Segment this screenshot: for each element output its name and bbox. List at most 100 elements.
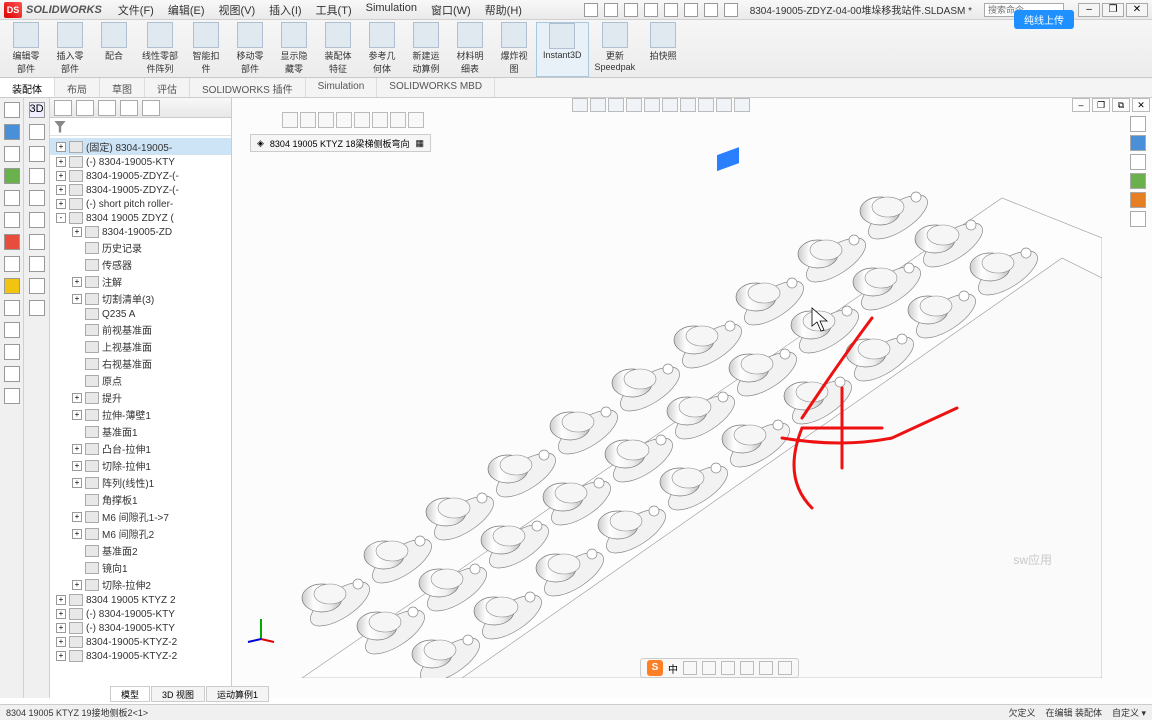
doc-min-button[interactable]: –	[1072, 98, 1090, 112]
tool-icon[interactable]	[4, 168, 20, 184]
command-tab[interactable]: SOLIDWORKS MBD	[377, 78, 495, 97]
tree-node[interactable]: +切割清单(3)	[50, 290, 231, 307]
expand-icon[interactable]: +	[72, 461, 82, 471]
viewbar-icon[interactable]	[680, 98, 696, 112]
breadcrumb[interactable]: ◈ 8304 19005 KTYZ 18梁梯侧板弯向 ▦	[250, 134, 431, 152]
tree-node[interactable]: -8304 19005 ZDYZ (	[50, 211, 231, 225]
tree-node[interactable]: 镜向1	[50, 559, 231, 576]
ribbon-button[interactable]: 线性零部件阵列	[136, 22, 184, 77]
ime-icon[interactable]	[683, 661, 697, 675]
ribbon-button[interactable]: 拍快照	[641, 22, 685, 77]
select-icon[interactable]	[684, 3, 698, 17]
tool-icon[interactable]	[4, 278, 20, 294]
viewbar-icon[interactable]	[716, 98, 732, 112]
expand-icon[interactable]: +	[56, 637, 66, 647]
tree-tab-icon[interactable]	[142, 100, 160, 116]
tool3d-icon[interactable]: 3D	[29, 102, 45, 118]
ribbon-button[interactable]: 显示隐藏零	[272, 22, 316, 77]
tree-tab-icon[interactable]	[76, 100, 94, 116]
tool-icon[interactable]	[29, 124, 45, 140]
rebuild-icon[interactable]	[704, 3, 718, 17]
ctx-icon[interactable]	[354, 112, 370, 128]
tool-icon[interactable]	[4, 256, 20, 272]
tool-icon[interactable]	[4, 322, 20, 338]
viewbar-icon[interactable]	[734, 98, 750, 112]
expand-icon[interactable]: +	[56, 185, 66, 195]
tree-node[interactable]: +(-) 8304-19005-KTY	[50, 155, 231, 169]
tool-icon[interactable]	[4, 300, 20, 316]
viewbar-icon[interactable]	[626, 98, 642, 112]
tree-node[interactable]: +(-) 8304-19005-KTY	[50, 607, 231, 621]
tool-icon[interactable]	[29, 278, 45, 294]
expand-icon[interactable]: +	[72, 529, 82, 539]
expand-icon[interactable]: +	[72, 393, 82, 403]
tool-icon[interactable]	[29, 300, 45, 316]
doc-restore-button[interactable]: ⧉	[1112, 98, 1130, 112]
ctx-icon[interactable]	[318, 112, 334, 128]
ctx-icon[interactable]	[372, 112, 388, 128]
command-tab[interactable]: 草图	[100, 78, 145, 97]
menu-simulation[interactable]: Simulation	[360, 0, 423, 20]
tool-icon[interactable]	[4, 212, 20, 228]
tool-icon[interactable]	[29, 234, 45, 250]
expand-icon[interactable]: +	[56, 609, 66, 619]
ribbon-button[interactable]: 插入零部件	[48, 22, 92, 77]
print-icon[interactable]	[644, 3, 658, 17]
command-tab[interactable]: 评估	[145, 78, 190, 97]
tool-icon[interactable]	[4, 124, 20, 140]
tree-node[interactable]: 传感器	[50, 256, 231, 273]
ime-icon[interactable]	[778, 661, 792, 675]
expand-icon[interactable]: +	[56, 171, 66, 181]
expand-icon[interactable]: +	[72, 294, 82, 304]
ribbon-button[interactable]: Instant3D	[536, 22, 589, 77]
bottom-tab-model[interactable]: 模型	[110, 686, 150, 702]
tool-icon[interactable]	[29, 168, 45, 184]
ribbon-button[interactable]: 移动零部件	[228, 22, 272, 77]
tree-tab-icon[interactable]	[98, 100, 116, 116]
ribbon-button[interactable]: 编辑零部件	[4, 22, 48, 77]
breadcrumb-item[interactable]: 8304 19005 KTYZ 18梁梯侧板弯向	[270, 137, 410, 150]
scene-icon[interactable]	[1130, 135, 1146, 151]
tree-node[interactable]: 基准面2	[50, 542, 231, 559]
tool-icon[interactable]	[4, 102, 20, 118]
ribbon-button[interactable]: 配合	[92, 22, 136, 77]
tree-node[interactable]: +阵列(线性)1	[50, 474, 231, 491]
tree-filter[interactable]	[50, 118, 231, 136]
expand-icon[interactable]: +	[56, 142, 66, 152]
viewbar-icon[interactable]	[644, 98, 660, 112]
ctx-icon[interactable]	[390, 112, 406, 128]
ime-icon[interactable]	[740, 661, 754, 675]
expand-icon[interactable]: +	[72, 410, 82, 420]
maximize-button[interactable]: ❐	[1102, 3, 1124, 17]
camera-icon[interactable]	[1130, 211, 1146, 227]
command-tab[interactable]: Simulation	[306, 78, 378, 97]
tree-tab-icon[interactable]	[54, 100, 72, 116]
tool-icon[interactable]	[4, 146, 20, 162]
ribbon-button[interactable]: 新建运动算例	[404, 22, 448, 77]
tree-node[interactable]: +提升	[50, 389, 231, 406]
tree-node[interactable]: +8304-19005-KTYZ-2	[50, 635, 231, 649]
doc-close-button[interactable]: ✕	[1132, 98, 1150, 112]
tool-icon[interactable]	[29, 212, 45, 228]
ribbon-button[interactable]: 参考几何体	[360, 22, 404, 77]
ime-lang[interactable]: 中	[668, 661, 678, 676]
display-icon[interactable]	[1130, 173, 1146, 189]
menu-file[interactable]: 文件(F)	[112, 0, 160, 20]
tool-icon[interactable]	[4, 366, 20, 382]
tree-node[interactable]: +(-) 8304-19005-KTY	[50, 621, 231, 635]
tree-node[interactable]: 基准面1	[50, 423, 231, 440]
appearance-icon[interactable]	[1130, 116, 1146, 132]
bottom-tab-motion[interactable]: 运动算例1	[206, 686, 269, 702]
tree-node[interactable]: 历史记录	[50, 239, 231, 256]
expand-icon[interactable]: -	[56, 213, 66, 223]
tool-icon[interactable]	[29, 190, 45, 206]
undo-icon[interactable]	[664, 3, 678, 17]
tool-icon[interactable]	[4, 388, 20, 404]
ctx-icon[interactable]	[300, 112, 316, 128]
ribbon-button[interactable]: 智能扣件	[184, 22, 228, 77]
command-tab[interactable]: 装配体	[0, 78, 55, 97]
menu-edit[interactable]: 编辑(E)	[162, 0, 211, 20]
tree-tab-icon[interactable]	[120, 100, 138, 116]
menu-view[interactable]: 视图(V)	[213, 0, 262, 20]
tree-node[interactable]: +M6 间隙孔1->7	[50, 508, 231, 525]
